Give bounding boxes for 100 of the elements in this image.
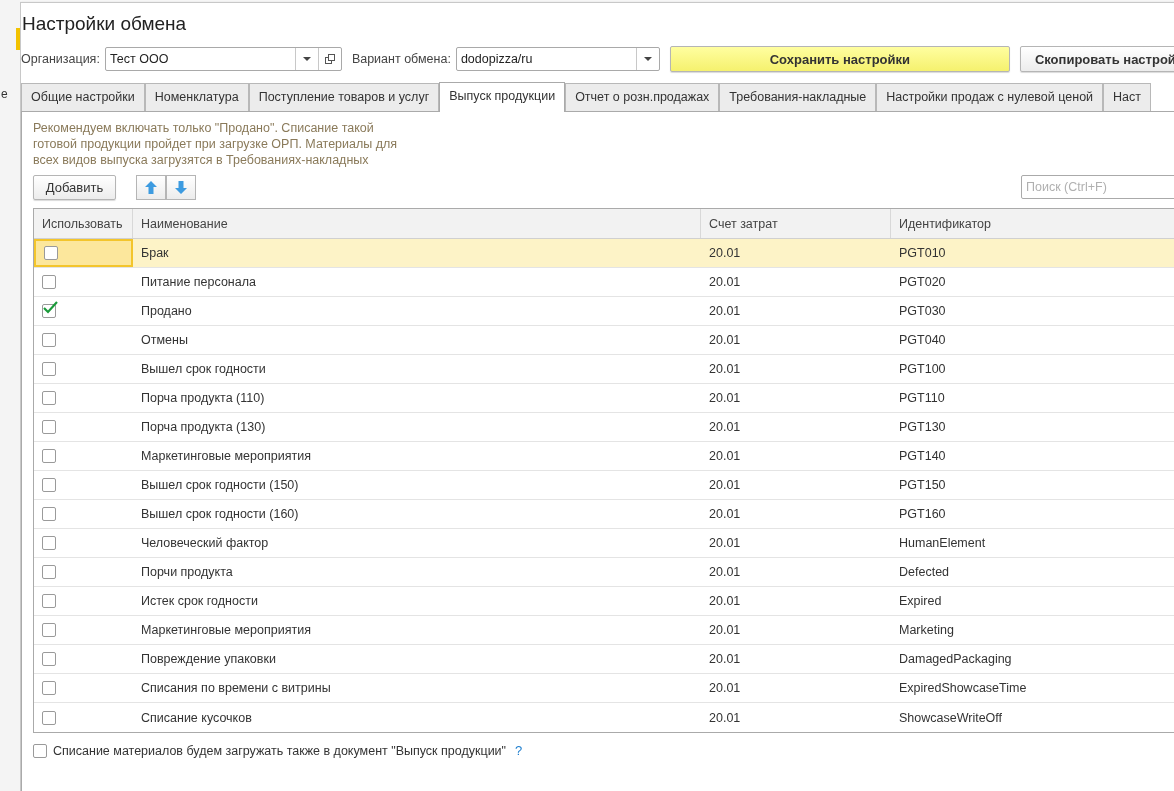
checkbox[interactable] (42, 391, 56, 405)
tab[interactable]: Требования-накладные (719, 83, 877, 111)
checkbox[interactable] (42, 420, 56, 434)
table-cell: Вышел срок годности (150) (141, 478, 299, 492)
tab[interactable]: Наст (1103, 83, 1152, 111)
table-cell: PGT130 (899, 420, 946, 434)
table-cell: PGT110 (899, 391, 945, 405)
table-cell: Defected (899, 565, 950, 579)
table-row[interactable]: Маркетинговые мероприятия 20.01 Marketing (34, 616, 1174, 645)
table-cell: Маркетинговые мероприятия (141, 623, 311, 637)
column-header[interactable]: Идентификатор (891, 209, 1174, 238)
table-row[interactable]: Истек срок годности 20.01 Expired (34, 587, 1174, 616)
table-cell: 20.01 (709, 420, 741, 434)
window-title: Настройки обмена (21, 13, 188, 36)
table-cell: Expired (899, 594, 942, 608)
table-cell: PGT140 (899, 449, 946, 463)
table-row[interactable]: Порчи продукта 20.01 Defected (34, 558, 1174, 587)
table-cell: Порча продукта (110) (141, 391, 265, 405)
checkbox[interactable] (42, 565, 56, 579)
checkbox[interactable] (42, 536, 56, 550)
background-text: е (1, 87, 8, 101)
tab[interactable]: Общие настройки (21, 83, 145, 111)
table-row[interactable]: Порча продукта (110) 20.01 PGT110 (34, 384, 1174, 413)
table-cell: Marketing (899, 623, 954, 637)
column-header[interactable]: Счет затрат (701, 209, 891, 238)
table-cell: 20.01 (709, 362, 741, 376)
table-cell: Питание персонала (141, 275, 256, 289)
table-cell: 20.01 (709, 333, 741, 347)
tab[interactable]: Выпуск продукции (439, 82, 566, 112)
organization-field[interactable]: Тест ООО (104, 47, 342, 71)
table-cell: 20.01 (709, 449, 741, 463)
table-row[interactable]: Человеческий фактор 20.01 HumanElement (34, 529, 1174, 558)
table-row[interactable]: Порча продукта (130) 20.01 PGT130 (34, 413, 1174, 442)
table-cell: Брак (141, 246, 169, 260)
table-cell: Продано (141, 304, 192, 318)
table-cell: 20.01 (709, 246, 741, 260)
column-header[interactable]: Наименование (133, 209, 701, 238)
field-label: Организация: (21, 52, 100, 66)
column-header[interactable]: Использовать (34, 209, 133, 238)
table-row[interactable]: Списания по времени с витрины 20.01 ExpiredShowcaseTime (34, 674, 1174, 703)
table-cell: PGT150 (899, 478, 946, 492)
checkbox[interactable] (42, 507, 56, 521)
table-cell: Порча продукта (130) (141, 420, 266, 434)
checkbox[interactable] (42, 623, 56, 637)
table-cell: Человеческий фактор (141, 536, 269, 550)
move-up-button[interactable] (136, 174, 166, 200)
table-cell: HumanElement (899, 536, 986, 550)
checkbox[interactable] (42, 304, 56, 318)
table-row[interactable]: Вышел срок годности 20.01 PGT100 (34, 355, 1174, 384)
move-down-button[interactable] (166, 174, 196, 200)
table-row[interactable]: Питание персонала 20.01 PGT020 (34, 268, 1174, 297)
table-cell: ExpiredShowcaseTime (899, 681, 1027, 695)
checkbox[interactable] (42, 449, 56, 463)
search-field[interactable]: Поиск (Ctrl+F) (1021, 175, 1174, 199)
table-cell: 20.01 (709, 275, 741, 289)
checkbox-label[interactable]: Списание материалов будем загружать также в документ "Выпуск продукции" (53, 743, 507, 758)
add-button[interactable]: Добавить (33, 174, 116, 200)
table-row[interactable]: Брак 20.01 PGT010 (34, 239, 1174, 268)
exchange-variant-field[interactable]: dodopizza/ru (455, 47, 660, 71)
table-cell: PGT100 (899, 362, 946, 376)
table-row[interactable]: Продано 20.01 PGT030 (34, 297, 1174, 326)
table-cell: 20.01 (709, 594, 741, 608)
table-cell: Списания по времени с витрины (141, 681, 331, 695)
table-cell: Маркетинговые мероприятия (141, 449, 311, 463)
table-cell: 20.01 (709, 623, 741, 637)
table-cell: Списание кусочков (141, 710, 252, 725)
table-cell: Порчи продукта (141, 565, 233, 579)
table-cell: PGT160 (899, 507, 946, 521)
table-row[interactable]: Отмены 20.01 PGT040 (34, 326, 1174, 355)
table-cell: Отмены (141, 333, 188, 347)
tab[interactable]: Настройки продаж с нулевой ценой (876, 83, 1104, 111)
table-cell: Вышел срок годности (160) (141, 507, 299, 521)
table-cell: 20.01 (709, 507, 741, 521)
table-row[interactable]: Повреждение упаковки 20.01 DamagedPackaging (34, 645, 1174, 674)
table-cell: Повреждение упаковки (141, 652, 276, 666)
checkbox[interactable] (42, 652, 56, 666)
checkbox[interactable] (42, 710, 56, 725)
checkbox[interactable] (42, 275, 56, 289)
checkbox[interactable] (42, 478, 56, 492)
table-row[interactable]: Вышел срок годности (160) 20.01 PGT160 (34, 500, 1174, 529)
tab[interactable]: Отчет о розн.продажах (565, 83, 720, 111)
tab[interactable]: Поступление товаров и услуг (248, 83, 440, 111)
table-row[interactable]: Вышел срок годности (150) 20.01 PGT150 (34, 471, 1174, 500)
field-label: Вариант обмена: (351, 52, 451, 66)
save-button[interactable]: Сохранить настройки (669, 46, 1010, 72)
checkbox[interactable] (42, 594, 56, 608)
down-arrow-icon (175, 180, 187, 194)
copy-button[interactable]: Скопировать настрой (1019, 46, 1174, 72)
table-row[interactable]: Маркетинговые мероприятия 20.01 PGT140 (34, 442, 1174, 471)
checkbox[interactable] (42, 362, 56, 376)
checkbox[interactable] (44, 246, 58, 260)
checkbox[interactable] (33, 743, 47, 758)
checkbox[interactable] (42, 681, 56, 695)
table-cell: DamagedPackaging (899, 652, 1012, 666)
table-cell: 20.01 (709, 681, 741, 695)
table-cell: Вышел срок годности (141, 362, 266, 376)
table-row[interactable]: Списание кусочков 20.01 ShowcaseWriteOff (34, 703, 1174, 732)
tab[interactable]: Номенклатура (144, 83, 249, 111)
checkbox[interactable] (42, 333, 56, 347)
help-link[interactable]: ? (515, 743, 523, 758)
